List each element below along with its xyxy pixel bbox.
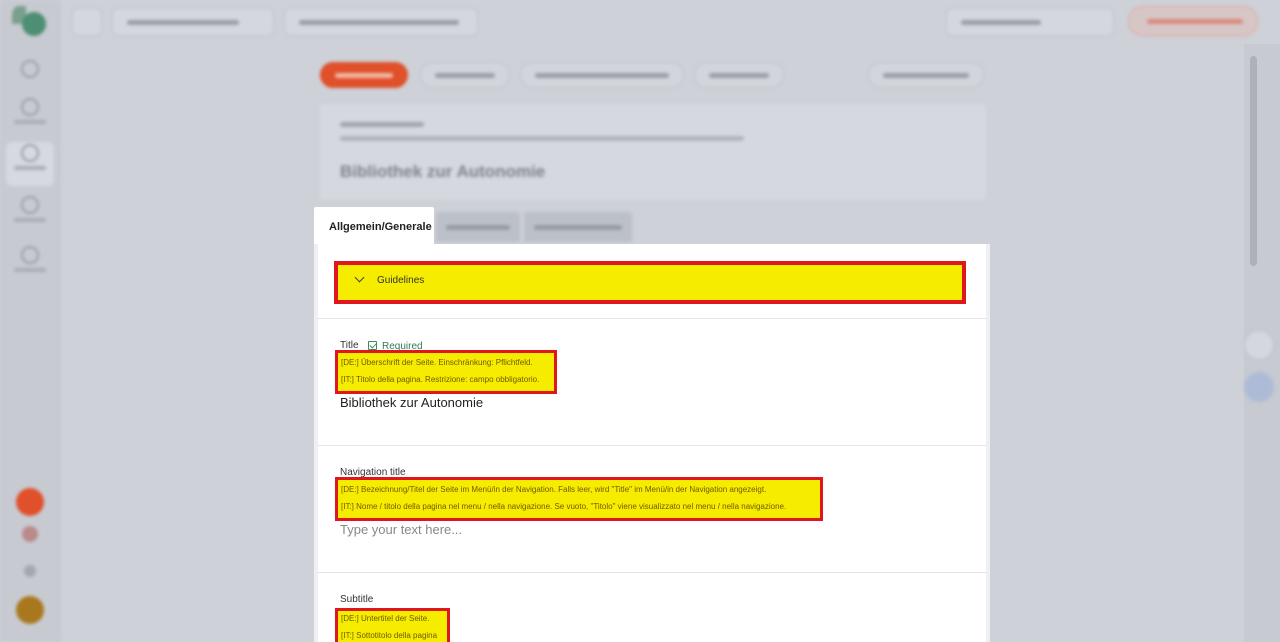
divider: [318, 318, 986, 319]
page-title: Bibliothek zur Autonomie: [340, 162, 546, 181]
logo-icon: [12, 6, 46, 36]
users-icon[interactable]: [12, 194, 48, 234]
subtitle-hint: [DE:] Untertitel der Seite. [IT:] Sottot…: [335, 608, 450, 642]
navigation-title-hint-it: [IT:] Nome / titolo della pagina nel men…: [341, 502, 787, 511]
subtitle-hint-it: [IT:] Sottotitolo della pagina: [341, 631, 438, 640]
logout-button[interactable]: [1128, 6, 1258, 36]
tab-seo[interactable]: [436, 212, 520, 242]
tab-general-label: Allgemein/Generale: [329, 221, 432, 233]
divider: [318, 572, 986, 573]
guidelines-toggle[interactable]: Guidelines: [334, 261, 966, 304]
menu-toggle-button[interactable]: [72, 8, 102, 36]
tab-advanced[interactable]: [524, 212, 632, 242]
subtitle-hint-de: [DE:] Untertitel der Seite.: [341, 614, 430, 623]
divider: [318, 445, 986, 446]
title-hint-de: [DE:] Überschrift der Seite. Einschränku…: [341, 358, 533, 367]
notifications-icon[interactable]: [16, 488, 44, 516]
translate-button[interactable]: [520, 62, 684, 88]
navigation-title-hint: [DE:] Bezeichnung/Titel der Seite im Men…: [335, 477, 823, 521]
collapse-panel-button[interactable]: [1244, 330, 1274, 360]
settings-icon[interactable]: [12, 244, 48, 284]
sidebar: [0, 0, 60, 642]
project-selector[interactable]: [112, 8, 274, 36]
rocket-icon[interactable]: [22, 526, 38, 542]
navigation-title-input[interactable]: Type your text here...: [340, 522, 462, 537]
search-input[interactable]: [946, 8, 1114, 36]
form-panel: Guidelines Title Required [DE:] Überschr…: [314, 244, 990, 642]
help-button[interactable]: [1244, 372, 1274, 402]
publish-button[interactable]: [320, 62, 408, 88]
title-hint-it: [IT:] Titolo della pagina. Restrizione: …: [341, 375, 540, 384]
guidelines-label: Guidelines: [377, 275, 425, 286]
tab-general[interactable]: Allgemein/Generale: [314, 207, 434, 245]
plus-icon[interactable]: [24, 565, 36, 577]
dashboard-icon[interactable]: [12, 58, 48, 98]
subtitle-label: Subtitle: [340, 594, 374, 605]
pages-icon[interactable]: [6, 142, 54, 186]
page-header-card: Bibliothek zur Autonomie: [320, 104, 986, 200]
breadcrumb[interactable]: [284, 8, 478, 36]
chevron-down-icon: [354, 274, 366, 286]
scrollbar-thumb[interactable]: [1250, 56, 1257, 266]
title-input[interactable]: Bibliothek zur Autonomie: [340, 395, 483, 410]
templates-button[interactable]: [868, 62, 984, 88]
preview-button[interactable]: [420, 62, 510, 88]
navigation-title-hint-de: [DE:] Bezeichnung/Titel der Seite im Men…: [341, 485, 767, 494]
history-button[interactable]: [694, 62, 784, 88]
top-bar: [60, 0, 1280, 44]
globe-icon[interactable]: [12, 96, 48, 136]
title-hint: [DE:] Überschrift der Seite. Einschränku…: [335, 350, 557, 394]
avatar[interactable]: [16, 596, 44, 624]
